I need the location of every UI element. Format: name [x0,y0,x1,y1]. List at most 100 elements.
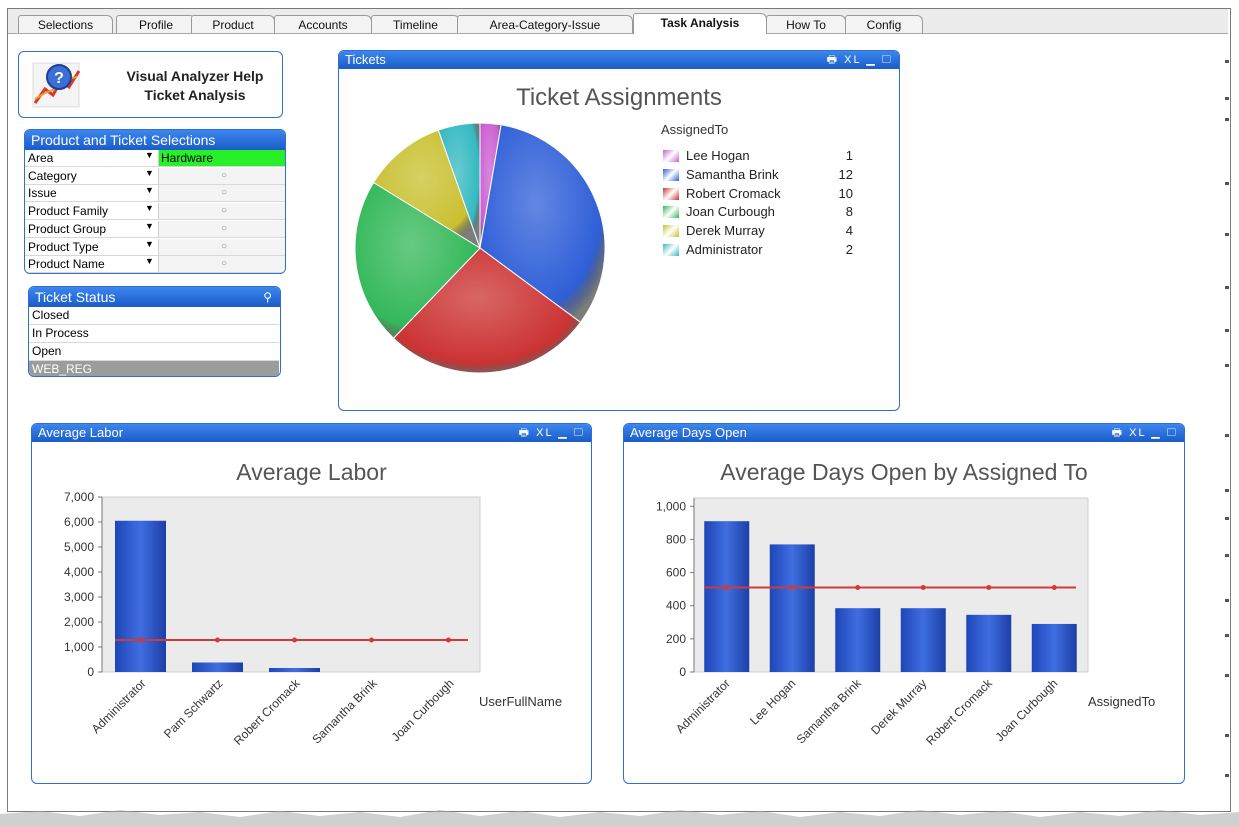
tab-timeline[interactable]: Timeline [371,15,460,33]
status-item-web-reg[interactable]: WEB_REG [29,361,279,376]
selection-row-product-name[interactable]: Product Name ▼ ○ [25,256,285,273]
x-tick-label: Pam Schwartz [161,676,226,741]
selection-value[interactable]: ○ [158,238,285,255]
legend-value: 12 [838,166,853,182]
y-tick-label: 6,000 [64,515,94,529]
pie-legend-title: AssignedTo [661,122,729,137]
dropdown-arrow-icon[interactable]: ▼ [145,221,154,231]
dropdown-arrow-icon[interactable]: ▼ [145,256,154,266]
legend-swatch [663,244,679,256]
selection-row-product-family[interactable]: Product Family ▼ ○ [25,203,285,221]
selection-label: Product Family [28,204,109,219]
x-tick-label: Samantha Brink [794,676,865,747]
tab-task-analysis[interactable]: Task Analysis [633,13,767,34]
sheet-tab-bar: Selections Profile Product Accounts Timeline… [8,9,1228,34]
bar-lee-hogan[interactable] [769,544,815,672]
legend-value: 10 [838,185,853,201]
reference-point [855,584,861,590]
legend-value: 1 [845,148,853,163]
ticket-status-label: Ticket Status [35,289,116,305]
x-axis-label: UserFullName [479,694,562,709]
legend-label: Samantha Brink [686,166,779,182]
dropdown-arrow-icon[interactable]: ▼ [145,239,154,249]
bar-robert-cromack[interactable] [269,668,320,672]
y-tick-label: 1,000 [656,499,686,513]
bar-administrator[interactable] [115,520,166,672]
y-tick-label: 2,000 [64,615,94,629]
selection-value[interactable]: Hardware [158,150,285,166]
tab-config[interactable]: Config [845,15,923,33]
selection-value[interactable]: ○ [158,220,285,237]
average-days-open-chart[interactable]: 0 200 400 600 800 1,000 Administrator Lee Hogan… [624,488,1182,780]
average-days-open-chart-title: Average Days Open by Assigned To [720,459,1088,485]
average-labor-title-label: Average Labor [38,425,124,440]
y-tick-label: 400 [666,599,686,613]
dropdown-arrow-icon[interactable]: ▼ [145,203,154,213]
selection-row-area[interactable]: Area ▼ Hardware [25,150,285,167]
legend-swatch [663,187,679,200]
x-tick-label: Administrator [673,676,733,736]
bar-joan-curbough[interactable] [1031,623,1077,672]
reference-point [1051,584,1057,590]
product-ticket-selections-panel: Product and Ticket Selections Area ▼ Hardw… [24,129,286,274]
reference-point [215,637,220,643]
plot-area [693,497,1089,673]
selection-value[interactable]: ○ [158,167,285,184]
selection-row-issue[interactable]: Issue ▼ ○ [25,185,285,203]
legend-label: Derek Murray [686,223,765,239]
dropdown-arrow-icon[interactable]: ▼ [145,185,154,195]
dropdown-arrow-icon[interactable]: ▼ [145,150,154,160]
average-labor-chart[interactable]: 0 1,000 2,000 3,000 4,000 5,000 6,000 7,000 Admi… [32,488,590,780]
torn-edge [0,810,1239,826]
selection-row-category[interactable]: Category ▼ ○ [25,167,285,185]
panel-controls-icon[interactable]: 🖶 XL ▁ ▢ [1112,424,1178,442]
x-tick-label: Joan Curbough [992,676,1060,744]
help-box[interactable]: ? Visual Analyzer Help Ticket Analysis [18,51,283,118]
y-tick-label: 3,000 [64,590,94,604]
reference-point [789,584,795,590]
x-tick-label: Joan Curbough [389,676,457,744]
tab-area-category-issue[interactable]: Area-Category-Issue [457,15,633,33]
help-line2: Ticket Analysis [144,87,246,103]
search-icon[interactable]: ⚲ [263,287,274,307]
tab-how-to[interactable]: How To [766,15,846,33]
selection-label: Product Group [28,221,107,236]
selection-row-product-type[interactable]: Product Type ▼ ○ [25,238,285,256]
x-axis-label: AssignedTo [1088,694,1155,709]
bar-derek-murray[interactable] [900,608,946,672]
y-tick-label: 200 [666,632,686,646]
legend-swatch [663,150,679,162]
bar-samantha-brink[interactable] [835,608,881,672]
dropdown-arrow-icon[interactable]: ▼ [145,168,154,178]
selection-value[interactable]: ○ [158,256,285,273]
tab-profile[interactable]: Profile [116,15,196,33]
y-tick-label: 800 [666,532,686,546]
tab-selections[interactable]: Selections [18,15,113,33]
tab-product[interactable]: Product [191,15,275,33]
selection-value[interactable]: ○ [158,185,285,202]
ticket-status-title: Ticket Status ⚲ [29,287,280,307]
bar-pam-schwartz[interactable] [192,662,243,673]
selection-label: Category [28,168,77,183]
ticket-assignments-pie[interactable] [340,110,640,405]
x-tick-label: Robert Cromack [923,676,995,748]
tab-accounts[interactable]: Accounts [274,15,372,33]
help-text: Visual Analyzer Help Ticket Analysis [107,67,283,105]
reference-point [724,584,730,590]
bar-administrator[interactable] [704,521,750,672]
panel-controls-icon[interactable]: 🖶 XL ▁ ▢ [827,51,893,69]
selection-row-product-group[interactable]: Product Group ▼ ○ [25,220,285,238]
status-item-in-process[interactable]: In Process [29,325,279,343]
average-labor-panel-title: Average Labor 🖶 XL ▁ ▢ [32,424,591,442]
legend-value: 8 [845,204,853,220]
reference-point [292,637,297,643]
x-tick-label: Lee Hogan [747,676,798,727]
bar-robert-cromack[interactable] [966,614,1012,672]
status-item-closed[interactable]: Closed [29,307,279,325]
tickets-title-label: Tickets [345,52,386,67]
panel-controls-icon[interactable]: 🖶 XL ▁ ▢ [519,424,585,442]
legend-label: Administrator [686,242,763,257]
reference-point [920,584,926,590]
status-item-open[interactable]: Open [29,343,279,361]
selection-value[interactable]: ○ [158,203,285,220]
